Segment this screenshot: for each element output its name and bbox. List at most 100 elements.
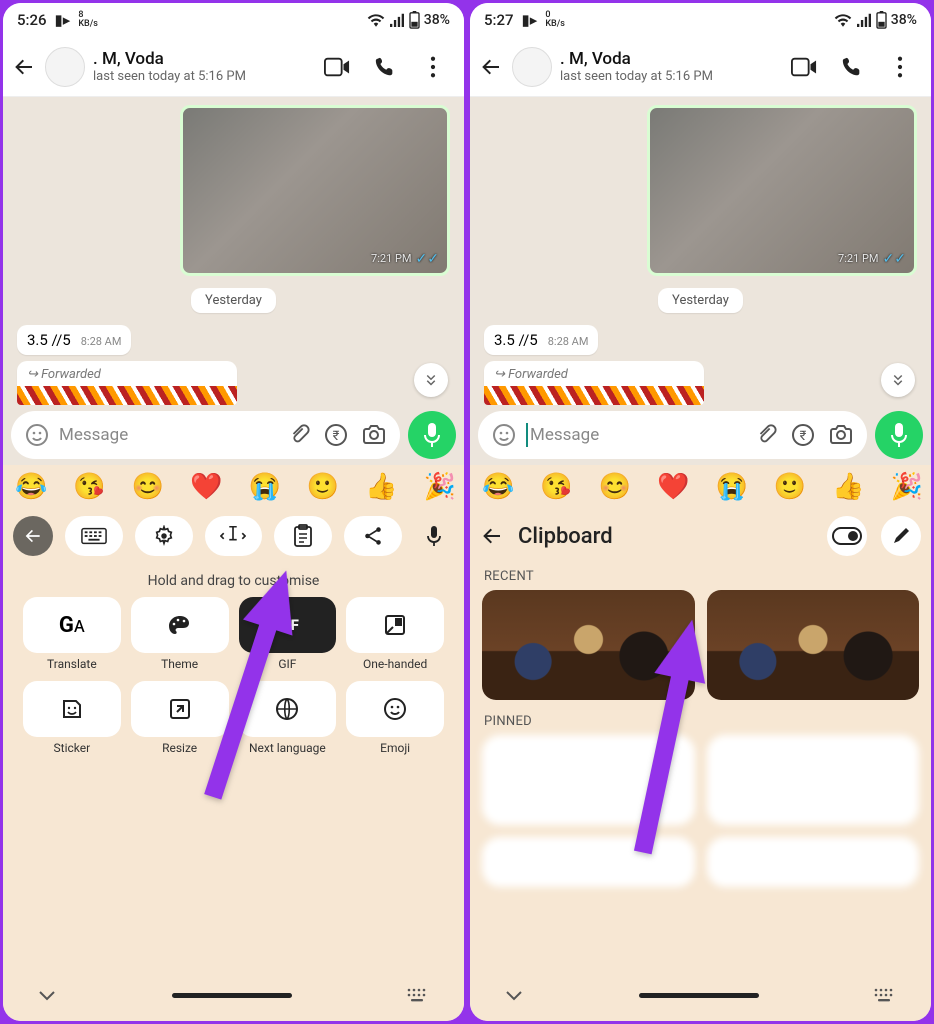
forwarded-image[interactable] [484, 386, 704, 405]
status-time: 5:26 [17, 11, 47, 29]
tile-label: Translate [23, 657, 121, 671]
pinned-items [470, 837, 931, 899]
tile-label: Next language [239, 741, 337, 755]
forwarded-bubble[interactable]: ↪ Forwarded [484, 361, 704, 386]
clipboard-text-item[interactable] [707, 735, 920, 825]
collapse-icon[interactable] [37, 988, 57, 1002]
status-bar: 5:26 ▮▸ 8KB/s 38% [3, 3, 464, 37]
battery-icon [409, 11, 420, 29]
voice-call-icon[interactable] [839, 54, 865, 80]
recent-label: RECENT [470, 563, 931, 590]
emoji[interactable]: 😊 [599, 472, 631, 502]
message-bubble[interactable]: 3.5 //5 8:28 AM [17, 325, 131, 355]
toolbar-voice-icon[interactable] [414, 516, 454, 556]
rupee-icon[interactable]: ₹ [791, 423, 815, 447]
toolbar-settings-icon[interactable] [135, 516, 193, 556]
voice-call-icon[interactable] [372, 54, 398, 80]
toolbar-share-icon[interactable] [344, 516, 402, 556]
message-input-row: Message ₹ [470, 405, 931, 465]
forwarded-image[interactable] [17, 386, 237, 405]
toolbar-back-button[interactable] [13, 516, 53, 556]
emoji[interactable]: 🎉 [891, 472, 923, 502]
nav-handle[interactable] [639, 993, 759, 998]
tools-row-1: Gᴀ GIF [3, 597, 464, 653]
clipboard-back-icon[interactable] [480, 524, 504, 548]
chat-header: . M, Voda last seen today at 5:16 PM [470, 37, 931, 97]
camera-icon[interactable] [829, 423, 853, 447]
emoji[interactable]: ❤️ [657, 472, 689, 502]
chat-body[interactable]: 7:21 PM✓✓ Yesterday 3.5 //5 8:28 AM ↪ Fo… [3, 97, 464, 405]
emoji[interactable]: 😂 [15, 472, 47, 502]
svg-text:₹: ₹ [333, 429, 340, 444]
tile-theme[interactable] [131, 597, 229, 653]
toolbar-textedit-icon[interactable] [205, 516, 263, 556]
tile-translate[interactable]: Gᴀ [23, 597, 121, 653]
read-ticks-icon: ✓✓ [883, 251, 906, 267]
day-chip: Yesterday [191, 288, 276, 313]
message-input[interactable]: Message ₹ [11, 411, 400, 459]
mic-button[interactable] [408, 411, 456, 459]
emoji[interactable]: 😂 [482, 472, 514, 502]
avatar[interactable] [45, 47, 85, 87]
wifi-icon [834, 13, 852, 27]
keyboard-toggle-icon[interactable] [406, 987, 430, 1003]
tile-label: Emoji [346, 741, 444, 755]
emoji[interactable]: 👍 [832, 472, 864, 502]
clipboard-header: Clipboard [470, 509, 931, 563]
clipboard-text-item[interactable] [707, 837, 920, 887]
sent-image[interactable]: 7:21 PM✓✓ [180, 105, 450, 276]
tile-emoji[interactable] [346, 681, 444, 737]
clipboard-image-item[interactable] [707, 590, 920, 700]
emoji[interactable]: 😭 [249, 472, 281, 502]
nav-handle[interactable] [172, 993, 292, 998]
clipboard-edit-icon[interactable] [881, 516, 921, 556]
chat-title-block[interactable]: . M, Voda last seen today at 5:16 PM [560, 49, 713, 84]
attach-icon[interactable] [288, 423, 310, 447]
more-icon[interactable] [420, 54, 446, 80]
emoji[interactable]: 🙂 [307, 472, 339, 502]
sent-image[interactable]: 7:21 PM✓✓ [647, 105, 917, 276]
avatar[interactable] [512, 47, 552, 87]
clipboard-text-item[interactable] [482, 837, 695, 887]
emoji-suggestions: 😂 😘 😊 ❤️ 😭 🙂 👍 🎉 😁 😉 [3, 465, 464, 509]
battery-pct: 38% [424, 12, 450, 28]
toolbar-keyboard-icon[interactable] [65, 516, 123, 556]
back-icon[interactable] [478, 54, 504, 80]
emoji[interactable]: 🙂 [774, 472, 806, 502]
attach-icon[interactable] [755, 423, 777, 447]
more-icon[interactable] [887, 54, 913, 80]
emoji[interactable]: ❤️ [190, 472, 222, 502]
emoji-icon[interactable] [492, 423, 516, 447]
emoji-icon[interactable] [25, 423, 49, 447]
emoji[interactable]: 👍 [365, 472, 397, 502]
icon: ▮▸ [55, 11, 71, 29]
emoji[interactable]: 🎉 [424, 472, 456, 502]
clipboard-toggle[interactable] [827, 516, 867, 556]
mic-button[interactable] [875, 411, 923, 459]
emoji[interactable]: 😘 [540, 472, 572, 502]
emoji[interactable]: 😘 [73, 472, 105, 502]
collapse-icon[interactable] [504, 988, 524, 1002]
emoji-suggestions: 😂 😘 😊 ❤️ 😭 🙂 👍 🎉 😁 😉 [470, 465, 931, 509]
back-icon[interactable] [11, 54, 37, 80]
tile-sticker[interactable] [23, 681, 121, 737]
chat-body[interactable]: 7:21 PM✓✓ Yesterday 3.5 //5 8:28 AM ↪ Fo… [470, 97, 931, 405]
emoji[interactable]: 😊 [132, 472, 164, 502]
message-bubble[interactable]: 3.5 //5 8:28 AM [484, 325, 598, 355]
tile-resize[interactable] [131, 681, 229, 737]
message-input[interactable]: Message ₹ [478, 411, 867, 459]
rupee-icon[interactable]: ₹ [324, 423, 348, 447]
toolbar-clipboard-icon[interactable] [274, 516, 332, 556]
camera-icon[interactable] [362, 423, 386, 447]
scroll-down-button[interactable] [881, 363, 915, 397]
emoji[interactable]: 😭 [716, 472, 748, 502]
keyboard-toggle-icon[interactable] [873, 987, 897, 1003]
chat-title-block[interactable]: . M, Voda last seen today at 5:16 PM [93, 49, 246, 84]
video-call-icon[interactable] [324, 54, 350, 80]
tile-onehanded[interactable] [346, 597, 444, 653]
day-chip: Yesterday [658, 288, 743, 313]
read-ticks-icon: ✓✓ [416, 251, 439, 267]
scroll-down-button[interactable] [414, 363, 448, 397]
video-call-icon[interactable] [791, 54, 817, 80]
forwarded-bubble[interactable]: ↪ Forwarded [17, 361, 237, 386]
